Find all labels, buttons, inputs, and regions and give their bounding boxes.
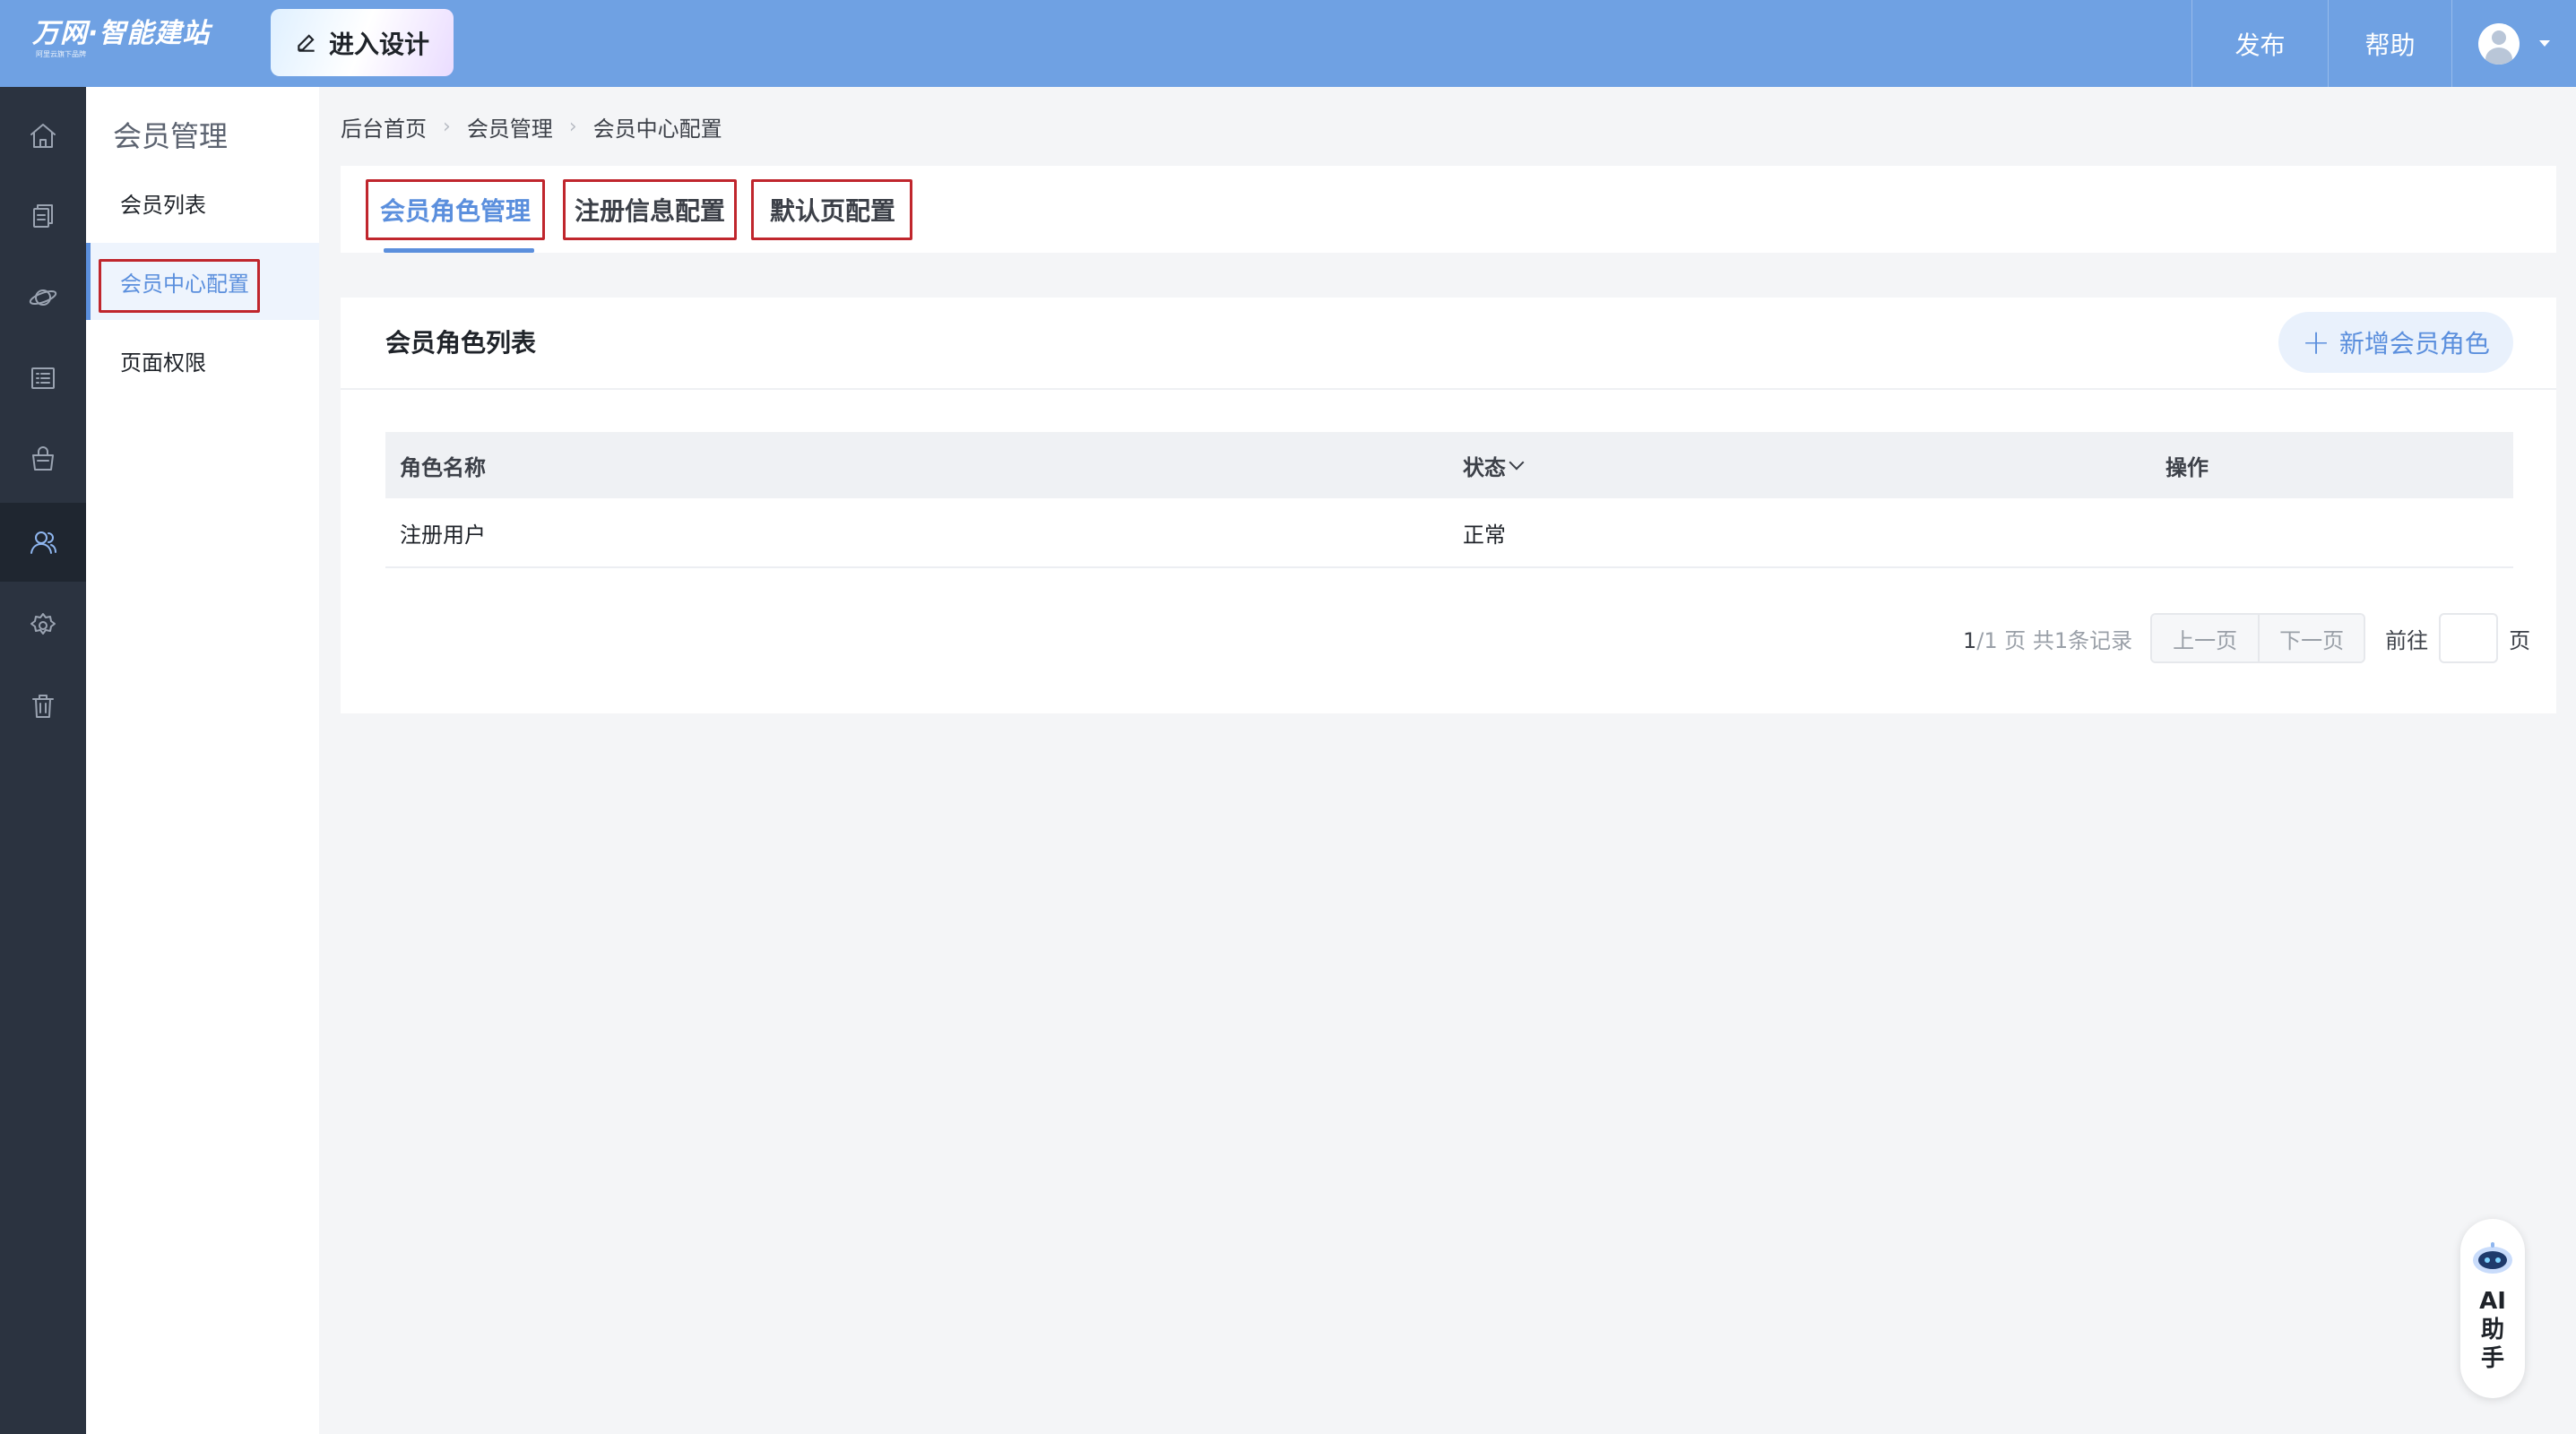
planet-icon	[29, 289, 57, 306]
rail-item-bag[interactable]	[0, 419, 86, 498]
column-header-role-name: 角色名称	[400, 454, 486, 480]
divider	[341, 388, 2556, 390]
publish-button[interactable]: 发布	[2191, 0, 2328, 87]
chevron-right-icon: ›	[443, 116, 451, 138]
column-header-status-label: 状态	[1463, 454, 1506, 480]
page-suffix: 页	[2509, 627, 2531, 653]
role-name-cell: 注册用户	[400, 522, 486, 548]
rail-item-gear[interactable]	[0, 586, 86, 665]
icon-rail	[0, 87, 86, 1434]
member-icon	[30, 531, 56, 554]
logo-subtext: 阿里云旗下品牌	[36, 50, 86, 58]
logo-text: 万网·智能建站	[32, 18, 211, 49]
add-member-role-button[interactable]: + 新增会员角色	[2278, 312, 2513, 373]
column-header-actions: 操作	[2165, 454, 2209, 480]
ai-assistant-label: AI助手	[2479, 1288, 2506, 1372]
chevron-down-icon	[2539, 40, 2550, 47]
home-icon	[30, 124, 56, 148]
top-bar: 万网·智能建站 阿里云旗下品牌 进入设计 发布 帮助	[0, 0, 2576, 87]
rail-item-trash[interactable]	[0, 667, 86, 746]
enter-design-button[interactable]: 进入设计	[271, 9, 454, 76]
pagination: 1/1 页 共1条记录 上一页 下一页 前往 页	[1963, 613, 2530, 663]
tab-member-role-management[interactable]: 会员角色管理	[366, 179, 545, 240]
pages-icon	[33, 204, 53, 228]
edit-icon	[298, 33, 315, 52]
rail-item-list[interactable]	[0, 339, 86, 418]
avatar	[2478, 22, 2520, 65]
member-role-list-card: 会员角色列表 + 新增会员角色 角色名称 状态 操作 注册用户 正常 1/1 页…	[341, 298, 2556, 713]
breadcrumb: 后台首页 › 会员管理 › 会员中心配置	[341, 111, 722, 143]
gear-icon	[30, 613, 56, 635]
next-page-button[interactable]: 下一页	[2258, 615, 2364, 661]
table-row: 注册用户 正常	[385, 498, 2513, 568]
enter-design-label: 进入设计	[328, 29, 429, 59]
pagination-info: 1/1 页 共1条记录	[1963, 623, 2132, 654]
active-tab-indicator	[384, 248, 534, 253]
logo[interactable]: 万网·智能建站 阿里云旗下品牌	[32, 18, 229, 68]
add-member-role-label: 新增会员角色	[2338, 329, 2490, 358]
robot-icon	[2473, 1242, 2512, 1274]
pagination-info-suffix: /1 页 共1条记录	[1976, 627, 2133, 653]
sub-sidebar: 会员管理 会员列表 会员中心配置 页面权限	[86, 87, 319, 1434]
tab-registration-info-config[interactable]: 注册信息配置	[563, 179, 737, 240]
bag-icon	[32, 446, 54, 471]
plus-icon: +	[2302, 323, 2330, 362]
breadcrumb-current: 会员中心配置	[592, 117, 722, 142]
breadcrumb-home[interactable]: 后台首页	[341, 111, 427, 143]
trash-icon	[32, 695, 54, 718]
column-header-status[interactable]: 状态	[1463, 432, 1525, 498]
user-menu[interactable]	[2451, 0, 2576, 87]
subnav-title: 会员管理	[113, 119, 229, 153]
chevron-down-icon[interactable]	[1508, 454, 1525, 471]
goto-label: 前往	[2385, 627, 2429, 653]
list-icon	[31, 367, 55, 389]
tabs-bar: 会员角色管理 注册信息配置 默认页配置	[341, 166, 2556, 253]
goto-page-input[interactable]	[2439, 613, 2499, 663]
help-button[interactable]: 帮助	[2328, 0, 2451, 87]
chevron-right-icon: ›	[568, 116, 577, 138]
rail-item-member[interactable]	[0, 503, 86, 582]
rail-item-home[interactable]	[0, 97, 86, 176]
pagination-current: 1	[1963, 627, 1977, 653]
rail-item-pages[interactable]	[0, 177, 86, 256]
prev-page-button[interactable]: 上一页	[2152, 615, 2259, 661]
breadcrumb-member-management[interactable]: 会员管理	[467, 111, 553, 143]
rail-item-planet[interactable]	[0, 258, 86, 337]
table-header: 角色名称 状态 操作	[385, 432, 2513, 498]
tab-default-page-config[interactable]: 默认页配置	[753, 179, 912, 240]
ai-assistant-button[interactable]: AI助手	[2460, 1219, 2525, 1398]
subnav-item-member-center-config[interactable]: 会员中心配置	[86, 243, 319, 320]
card-title: 会员角色列表	[385, 328, 537, 358]
subnav-item-page-permission[interactable]: 页面权限	[86, 322, 319, 399]
subnav-item-member-list[interactable]: 会员列表	[86, 164, 319, 241]
status-cell: 正常	[1463, 522, 1506, 548]
